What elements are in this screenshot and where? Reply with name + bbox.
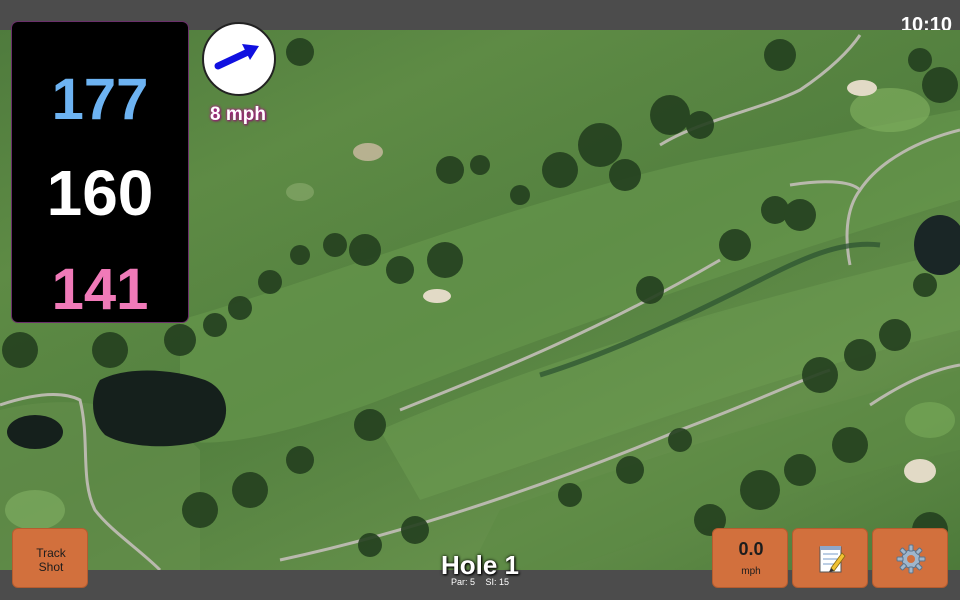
track-shot-label: Track Shot [36, 546, 66, 574]
yardage-panel: 177 160 141 [12, 22, 188, 322]
speed-unit: mph [741, 566, 761, 577]
settings-button[interactable] [872, 528, 948, 588]
notepad-icon [819, 546, 846, 573]
gear-icon [896, 544, 926, 574]
speed-value: 0.0 [738, 539, 764, 559]
hole-meta: Par: 5 SI: 15 [380, 577, 580, 587]
hole-stroke-index: SI: 15 [485, 577, 510, 587]
notes-button[interactable] [792, 528, 868, 588]
arrow-icon [214, 44, 259, 70]
back-yardage: 177 [51, 67, 149, 132]
hole-par: Par: 5 [450, 577, 475, 587]
front-yardage: 141 [51, 257, 149, 322]
speed-button[interactable]: 0.0 mph [712, 528, 788, 588]
wind-speed: 8 mph [210, 104, 266, 125]
center-yardage: 160 [46, 157, 154, 229]
wind-indicator [202, 22, 276, 96]
track-shot-button[interactable]: Track Shot [12, 528, 88, 588]
